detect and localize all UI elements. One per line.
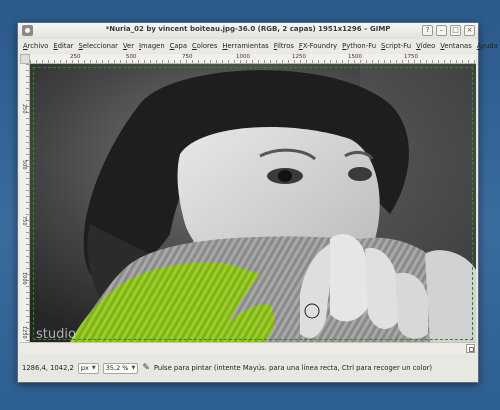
window-controls: ? – □ × [422, 25, 475, 36]
zoom-value: 35,2 % [105, 364, 129, 372]
menu-imagen[interactable]: Imagen [139, 42, 165, 50]
menu-ayuda[interactable]: Ayuda [477, 42, 498, 50]
close-button[interactable]: × [464, 25, 475, 36]
unit-value: px [80, 364, 89, 372]
chevron-down-icon: ▼ [131, 365, 136, 371]
ruler-label: 1000 [21, 272, 27, 285]
menu-script-fu[interactable]: Script-Fu [381, 42, 411, 50]
chevron-down-icon: ▼ [91, 365, 96, 371]
photo: studio [30, 64, 476, 342]
zoom-select[interactable]: 35,2 % ▼ [102, 362, 139, 374]
ruler-label: 1000 [236, 54, 250, 60]
title-bar[interactable]: *Nuria_02 by vincent boiteau.jpg-36.0 (R… [18, 23, 478, 40]
ruler-label: 500 [126, 54, 137, 60]
ruler-label: 1250 [21, 326, 27, 339]
help-button[interactable]: ? [422, 25, 433, 36]
menu-bar: Archivo Editar Seleccionar Ver Imagen Ca… [18, 39, 498, 52]
status-hint: Pulse para pintar (intente Mayús. para u… [153, 364, 433, 372]
menu-ventanas[interactable]: Ventanas [440, 42, 471, 50]
menu-herramientas[interactable]: Herramientas [222, 42, 268, 50]
horizontal-ruler[interactable]: 250 500 750 1000 1250 1500 1750 [30, 54, 476, 64]
vertical-ruler[interactable]: 250 500 750 1000 1250 [20, 64, 30, 342]
menu-fx-foundry[interactable]: FX-Foundry [299, 42, 337, 50]
menu-colores[interactable]: Colores [192, 42, 217, 50]
menu-capa[interactable]: Capa [170, 42, 187, 50]
brush-icon: ✎ [142, 363, 150, 373]
window-title: *Nuria_02 by vincent boiteau.jpg-36.0 (R… [105, 25, 391, 33]
image-canvas[interactable]: studio [30, 64, 476, 342]
menu-seleccionar[interactable]: Seleccionar [79, 42, 118, 50]
menu-video[interactable]: Vídeo [416, 42, 435, 50]
quick-mask-toggle[interactable] [20, 54, 30, 64]
status-bar: 1286,4, 1042,2 px ▼ 35,2 % ▼ ✎ Pulse par… [18, 354, 478, 382]
ruler-label: 500 [21, 160, 27, 170]
watermark-text: studio [36, 327, 76, 342]
ruler-label: 750 [21, 216, 27, 226]
minimize-button[interactable]: – [436, 25, 447, 36]
menu-ver[interactable]: Ver [123, 42, 134, 50]
unit-select[interactable]: px ▼ [77, 362, 99, 374]
horizontal-scrollbar[interactable] [20, 342, 476, 354]
menu-archivo[interactable]: Archivo [23, 42, 48, 50]
menu-editar[interactable]: Editar [53, 42, 73, 50]
ruler-label: 250 [70, 54, 81, 60]
gimp-image-window: *Nuria_02 by vincent boiteau.jpg-36.0 (R… [17, 22, 498, 383]
menu-python-fu[interactable]: Python-Fu [342, 42, 376, 50]
maximize-button[interactable]: □ [450, 25, 461, 36]
menu-filtros[interactable]: Filtros [274, 42, 294, 50]
ruler-label: 250 [21, 104, 27, 114]
navigate-icon[interactable] [466, 344, 475, 353]
ruler-label: 750 [182, 54, 193, 60]
ruler-label: 1250 [292, 54, 306, 60]
ruler-label: 1750 [404, 54, 418, 60]
pointer-coordinates: 1286,4, 1042,2 [22, 364, 74, 372]
ruler-label: 1500 [348, 54, 362, 60]
